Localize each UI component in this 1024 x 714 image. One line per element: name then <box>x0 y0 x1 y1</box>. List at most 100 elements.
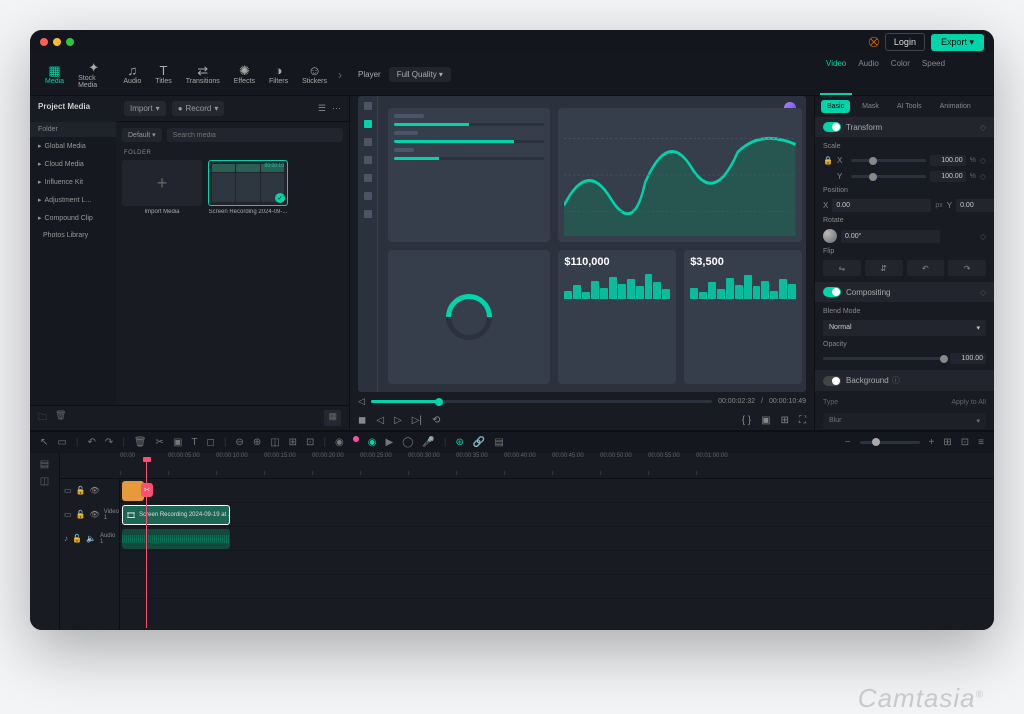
track-empty[interactable]: ▭🔓👁 <box>60 479 119 503</box>
background-head[interactable]: Background ⓘ <box>815 370 994 391</box>
mute-icon[interactable]: 🔈 <box>86 534 96 543</box>
pos-y-input[interactable] <box>956 199 994 212</box>
tab-stock-media[interactable]: ✦Stock Media <box>71 57 116 93</box>
sort-select[interactable]: Default ▾ <box>122 128 162 142</box>
crop-tool-icon[interactable]: ▣ <box>173 437 182 448</box>
tool-d-icon[interactable]: ⊞ <box>289 437 297 448</box>
pnav-icon[interactable] <box>364 174 372 182</box>
sidebar-photos[interactable]: Photos Library <box>30 227 116 244</box>
close-window-icon[interactable] <box>40 38 48 46</box>
video-clip[interactable]: 🎞 Screen Recording 2024-09-19 at ... <box>122 505 230 525</box>
compositing-toggle[interactable] <box>823 287 841 297</box>
redo-icon[interactable]: ↷ <box>105 437 113 448</box>
pos-x-input[interactable] <box>832 199 931 212</box>
filter-icon[interactable]: ☰ <box>318 103 326 114</box>
delete-icon[interactable]: 🗑 <box>134 437 147 448</box>
sidebar-cloud-media[interactable]: ▸ Cloud Media <box>30 155 116 173</box>
pnav-icon[interactable] <box>364 102 372 110</box>
keyframe-diamond-icon[interactable]: ◇ <box>980 156 986 165</box>
subtab-ai[interactable]: AI Tools <box>891 100 928 113</box>
search-input[interactable] <box>167 128 343 142</box>
keyframe-diamond-icon[interactable]: ◇ <box>980 232 986 241</box>
subtab-anim[interactable]: Animation <box>934 100 977 113</box>
sidebar-influence-kit[interactable]: ▸ Influence Kit <box>30 173 116 191</box>
pnav-icon[interactable] <box>364 156 372 164</box>
folder-icon[interactable]: 🗀 <box>38 410 47 426</box>
prev-icon[interactable]: ◁ <box>376 415 384 426</box>
scale-y-slider[interactable] <box>851 175 926 178</box>
tab-titles[interactable]: TTitles <box>148 60 178 89</box>
keyframe-diamond-icon[interactable]: ◇ <box>980 123 986 132</box>
tool-f-icon[interactable]: ◉ <box>335 437 344 448</box>
track-row[interactable]: 🎞 Screen Recording 2024-09-19 at ... <box>120 503 994 527</box>
tool-i-icon[interactable]: ◯ <box>402 437 413 448</box>
eye-icon[interactable]: 👁 <box>90 510 100 519</box>
mic-icon[interactable]: 🎤 <box>422 437 434 448</box>
transform-toggle[interactable] <box>823 122 841 132</box>
import-thumb[interactable]: + Import Media <box>122 160 202 215</box>
compositing-head[interactable]: Compositing ◇ <box>815 282 994 302</box>
tab-stickers[interactable]: ☺Stickers <box>295 60 334 89</box>
select-icon[interactable]: ▭ <box>57 437 66 448</box>
scale-x-slider[interactable] <box>851 159 926 162</box>
import-button[interactable]: Import ▾ <box>124 101 166 116</box>
transform-head[interactable]: Transform ◇ <box>815 117 994 137</box>
pnav-icon-active[interactable] <box>364 120 372 128</box>
lock-icon[interactable]: 🔓 <box>76 486 86 495</box>
bg-type-select[interactable]: Blur▾ <box>823 413 986 429</box>
tool-a-icon[interactable]: ⊖ <box>235 437 243 448</box>
pnav-icon[interactable] <box>364 138 372 146</box>
tab-filters[interactable]: ◑Filters <box>262 60 295 89</box>
view-mode-icon[interactable]: ▦ <box>324 410 341 426</box>
fit-icon[interactable]: ⊞ <box>943 437 951 448</box>
undo-icon[interactable]: ↶ <box>87 437 95 448</box>
more-icon[interactable]: ⋯ <box>332 103 341 114</box>
loop-icon[interactable]: ⟲ <box>432 415 440 426</box>
tab-audio[interactable]: ♫Audio <box>116 60 148 89</box>
quality-select[interactable]: Full Quality ▾ <box>389 67 451 82</box>
link-icon[interactable]: 🔗 <box>473 437 485 448</box>
clip-thumb[interactable]: 00:00:10 ✓ Screen Recording 2024-09-... <box>208 160 288 215</box>
keyframe-diamond-icon[interactable]: ◇ <box>980 172 986 181</box>
eye-icon[interactable]: 👁 <box>90 486 100 495</box>
opacity-input[interactable] <box>950 353 986 364</box>
track-row[interactable] <box>120 575 994 599</box>
tab-effects[interactable]: ✺Effects <box>227 60 262 89</box>
track-video[interactable]: ▭🔓👁Video 1 <box>60 503 119 527</box>
rotate-knob[interactable] <box>823 229 837 243</box>
lock-icon[interactable]: 🔒 <box>823 156 833 165</box>
zoom-out-icon[interactable]: − <box>845 437 851 448</box>
tab-transitions[interactable]: ⇄Transitions <box>179 60 227 89</box>
play-icon[interactable]: ▷ <box>394 415 402 426</box>
flip-h-button[interactable]: ⇋ <box>823 260 861 276</box>
tool-j-icon[interactable]: ▤ <box>494 437 503 448</box>
zoom-icon[interactable]: ⊞ <box>781 415 789 426</box>
fullscreen-icon[interactable]: ⛶ <box>799 415 806 426</box>
scale-x-input[interactable] <box>930 155 966 166</box>
tool-e-icon[interactable]: ⊡ <box>306 437 314 448</box>
subtab-mask[interactable]: Mask <box>856 100 885 113</box>
track-icon[interactable]: ◫ <box>40 476 49 487</box>
lock-icon[interactable]: 🔓 <box>76 510 86 519</box>
tool-b-icon[interactable]: ⊕ <box>253 437 261 448</box>
maximize-window-icon[interactable] <box>66 38 74 46</box>
settings-icon[interactable]: ≡ <box>978 437 984 448</box>
layers-icon[interactable]: ▤ <box>40 459 49 470</box>
rtab-color[interactable]: Color <box>885 54 916 95</box>
pointer-icon[interactable]: ↖ <box>40 437 48 448</box>
marker-icon[interactable]: ◻ <box>207 437 215 448</box>
rotate-input[interactable] <box>841 230 940 243</box>
subtab-basic[interactable]: Basic <box>821 100 850 113</box>
stop-icon[interactable]: ◼ <box>358 415 366 426</box>
minimize-window-icon[interactable] <box>53 38 61 46</box>
track-row[interactable] <box>120 527 994 551</box>
tab-expand-icon[interactable]: › <box>338 68 342 82</box>
next-icon[interactable]: ▷| <box>412 415 422 426</box>
tool-c-icon[interactable]: ◫ <box>270 437 279 448</box>
crop-icon[interactable]: ▣ <box>761 415 770 426</box>
playhead[interactable]: ✂ <box>146 457 147 628</box>
timeline-ruler[interactable]: 00:00 00:00:05:00 00:00:10:00 00:00:15:0… <box>60 453 994 479</box>
zoom-in-icon[interactable]: + <box>929 437 935 448</box>
sidebar-adjustment[interactable]: ▸ Adjustment L... <box>30 191 116 209</box>
tab-media[interactable]: ▦Media <box>38 60 71 89</box>
